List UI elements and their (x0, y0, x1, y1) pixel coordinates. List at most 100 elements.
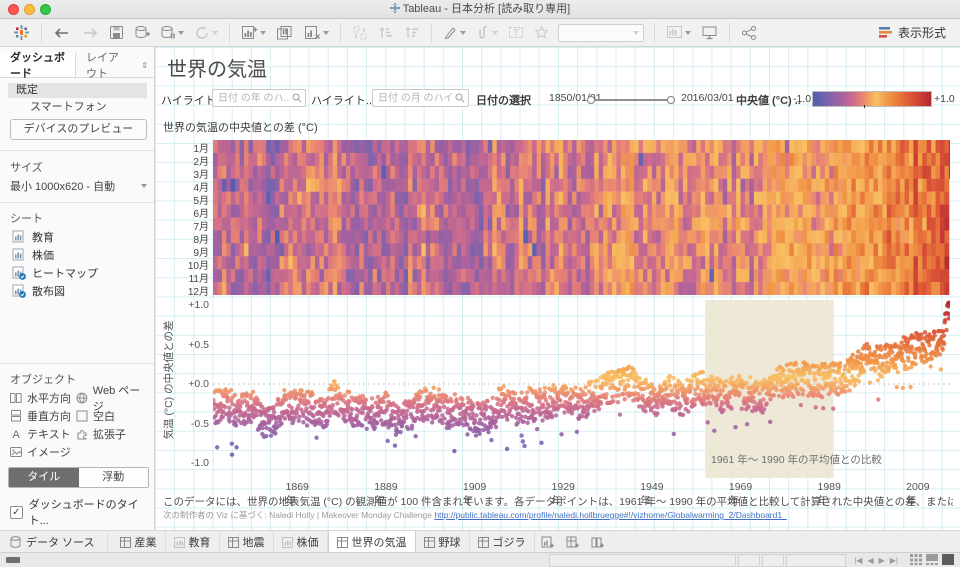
share-button[interactable] (738, 21, 760, 45)
sort-descending-button[interactable] (401, 21, 423, 45)
heatmap-marks[interactable] (213, 140, 950, 295)
sheet-list-item[interactable]: 散布図 (0, 282, 154, 300)
slider-handle-right[interactable] (667, 96, 675, 104)
highlight-month-input[interactable] (372, 89, 469, 107)
sheet-tab-野球[interactable]: 野球 (416, 531, 470, 553)
sort-ascending-button[interactable] (375, 21, 397, 45)
dashboard-tab-icon (227, 536, 239, 548)
device-phone-row[interactable]: スマートフォン (8, 100, 147, 115)
device-default-row[interactable]: 既定 (8, 83, 147, 98)
view-filmstrip-button[interactable] (926, 553, 938, 567)
swap-rows-columns-button[interactable] (349, 21, 371, 45)
size-heading: サイズ (10, 162, 43, 174)
scatter-y-tick-label: +0.5 (188, 338, 209, 351)
run-update-button[interactable] (191, 21, 221, 45)
object-item-blank[interactable]: 空白 (76, 407, 150, 425)
reference-band-label: 1961 年〜 1990 年の平均値との比較 (711, 454, 882, 466)
highlight-button[interactable] (440, 21, 469, 45)
extension-icon (77, 430, 87, 440)
redo-button[interactable] (78, 21, 102, 45)
sheet-list: 教育株価ヒートマップ 散布図 (0, 228, 154, 300)
sheet-tab-株価[interactable]: 株価 (274, 531, 328, 553)
new-dashboard-tab-button[interactable] (560, 531, 585, 553)
date-range-slider[interactable] (587, 96, 675, 104)
sheet-tab-産業[interactable]: 産業 (112, 531, 166, 553)
tableau-logo-icon[interactable] (10, 21, 33, 45)
new-worksheet-tab-button[interactable] (535, 531, 560, 553)
pause-auto-updates-button[interactable] (157, 21, 187, 45)
sheet-name: 株価 (32, 250, 54, 262)
save-button[interactable] (106, 21, 127, 45)
sheet-tab-ゴジラ[interactable]: ゴジラ (470, 531, 535, 553)
svg-text:T: T (513, 28, 519, 38)
show-mark-labels-button[interactable] (531, 21, 552, 45)
clear-sheet-button[interactable] (301, 21, 332, 45)
presentation-mode-button[interactable] (698, 21, 721, 45)
tiled-button[interactable]: タイル (9, 468, 79, 487)
format-workbook-button[interactable] (473, 21, 501, 45)
close-window-button[interactable] (8, 4, 19, 15)
object-item-image[interactable]: イメージ (10, 443, 76, 461)
object-item-horizontal-container[interactable]: 水平方向 (10, 389, 76, 407)
dashboard-title-checkbox-row[interactable]: ✓ ダッシュボードのタイト... (10, 496, 154, 528)
next-sheet-button[interactable]: ▶ (879, 556, 885, 565)
date-filter-label: 日付の選択 (476, 95, 531, 107)
tab-dashboard[interactable]: ダッシュボード (0, 52, 76, 80)
blank-icon (76, 410, 88, 422)
object-label: 拡張子 (93, 429, 126, 441)
data-source-tab[interactable]: データ ソース (0, 531, 108, 553)
sheet-tab-地震[interactable]: 地震 (220, 531, 274, 553)
credit-link[interactable]: http://public.tableau.com/profile/naledi… (434, 510, 787, 520)
status-field (549, 553, 737, 567)
duplicate-sheet-button[interactable] (273, 21, 297, 45)
view-sheet-button[interactable] (942, 553, 954, 567)
objects-heading: オブジェクト (10, 374, 76, 386)
device-preview-button[interactable]: デバイスのプレビュー (10, 119, 147, 140)
maximize-window-button[interactable] (40, 4, 51, 15)
tab-layout[interactable]: レイアウト (76, 52, 135, 80)
text-label-button[interactable]: T (505, 21, 527, 45)
prev-sheet-button[interactable]: ◀ (867, 556, 873, 565)
undo-button[interactable] (50, 21, 74, 45)
fix-axes-combobox[interactable] (558, 23, 644, 42)
search-icon (292, 93, 302, 103)
status-field (762, 553, 785, 567)
show-me-button[interactable]: 表示形式 (873, 22, 952, 43)
object-label: 空白 (93, 411, 115, 423)
sheet-tab-教育[interactable]: 教育 (166, 531, 220, 553)
floating-button[interactable]: 浮動 (78, 468, 148, 487)
size-dropdown[interactable]: 最小 1000x620 - 自動 (10, 178, 147, 194)
heatmap-sheet-title: 世界の気温の中央値との差 (°C) (163, 122, 318, 134)
new-data-source-button[interactable] (131, 21, 153, 45)
object-item-extension[interactable]: 拡張子 (76, 425, 150, 443)
sheet-name: 教育 (32, 232, 54, 244)
object-item-web-page[interactable]: Web ページ (76, 385, 150, 413)
legend-zero-tick (864, 105, 865, 108)
new-story-tab-button[interactable] (585, 531, 610, 553)
object-item-vertical-container[interactable]: 垂直方向 (10, 407, 76, 425)
slider-handle-left[interactable] (587, 96, 595, 104)
dashboard-title-checkbox-label: ダッシュボードのタイト... (28, 499, 139, 527)
last-sheet-button[interactable]: ▶| (890, 556, 898, 565)
sheet-list-item[interactable]: 株価 (0, 246, 154, 264)
object-label: テキスト (27, 429, 71, 441)
object-item-text[interactable]: A テキスト (10, 425, 76, 443)
scatter-y-tick-label: +1.0 (188, 299, 209, 311)
sheet-tab-世界の気温[interactable]: 世界の気温 (327, 531, 416, 553)
minimize-window-button[interactable] (24, 4, 35, 15)
worksheet-tab-icon (281, 536, 293, 548)
dashboard-credit: 次の制作者の Viz に基づく: Naledi Holly | Makeover… (163, 509, 953, 521)
date-range-end: 2016/03/01 (681, 92, 734, 104)
checkbox-checked-icon[interactable]: ✓ (10, 505, 23, 519)
fit-selector[interactable] (663, 21, 694, 45)
worksheet-tab-icon (173, 536, 185, 548)
color-legend-gradient[interactable] (812, 91, 932, 107)
color-legend-label: 中央値 (°C) .. (736, 95, 801, 107)
view-tabs-button[interactable] (910, 553, 922, 567)
chevron-updown-icon[interactable]: ⇕ (135, 53, 154, 77)
sheet-list-item[interactable]: ヒートマップ (0, 264, 154, 282)
first-sheet-button[interactable]: |◀ (854, 556, 862, 565)
new-worksheet-button[interactable] (238, 21, 269, 45)
highlight-year-input[interactable] (212, 89, 306, 107)
sheet-list-item[interactable]: 教育 (0, 228, 154, 246)
